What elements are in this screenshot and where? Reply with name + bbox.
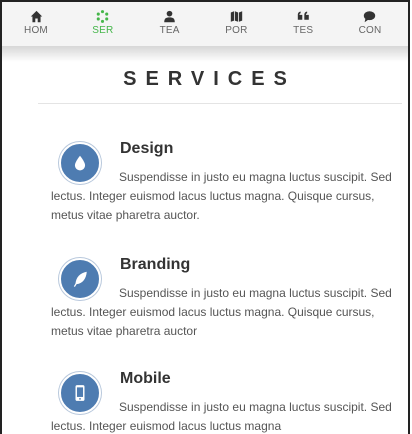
page-frame: HOM SER TEA POR TES CON SERVICES Design … [0,0,410,434]
nav-item-testimonials[interactable]: TES [271,2,335,46]
section-divider [38,103,402,104]
nav-shadow [2,46,408,62]
nav-label: POR [225,25,248,36]
service-title: Mobile [120,370,171,387]
top-nav: HOM SER TEA POR TES CON [2,0,408,46]
nav-label: HOM [24,25,48,36]
section-title: SERVICES [123,68,296,90]
nav-label: TES [293,25,314,36]
contact-icon [364,11,376,23]
service-description: Suspendisse in justo eu magna luctus sus… [51,286,392,338]
nav-item-home[interactable]: HOM [4,2,68,46]
nav-item-services[interactable]: SER [71,2,135,46]
nav-label: CON [358,25,382,36]
nav-item-portfolio[interactable]: POR [204,2,268,46]
home-icon [30,10,42,23]
service-description: Suspendisse in justo eu magna luctus sus… [51,400,392,433]
nav-item-contact[interactable]: CON [338,2,402,46]
nav-label: SER [92,25,114,36]
service-title: Design [120,140,174,157]
portfolio-icon [230,11,243,22]
team-icon [164,10,175,23]
service-title: Branding [120,256,191,273]
nav-item-team[interactable]: TEA [138,2,202,46]
services-icon [97,10,109,23]
testimonials-icon [297,11,309,20]
service-description: Suspendisse in justo eu magna luctus sus… [51,170,392,222]
nav-label: TEA [159,25,180,36]
